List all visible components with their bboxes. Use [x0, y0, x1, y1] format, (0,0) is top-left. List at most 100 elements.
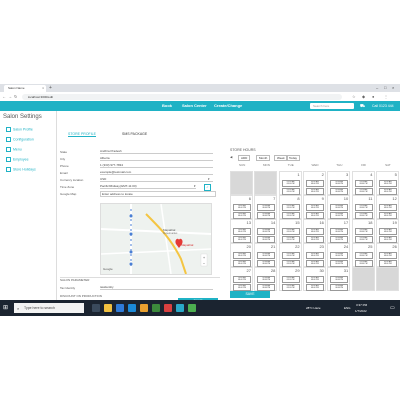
- calendar-day-cell[interactable]: 8 09:00 AM 08:00 PM 09:00 AM 08:00 PM: [278, 195, 302, 219]
- windows-start-icon[interactable]: ⊞: [3, 304, 8, 311]
- calendar-hours-slot[interactable]: 09:00 AM 08:00 PM: [354, 180, 373, 187]
- calendar-day-cell[interactable]: [351, 267, 375, 291]
- calendar-hours-slot[interactable]: 09:00 AM 08:00 PM: [330, 228, 349, 235]
- calendar-hours-slot[interactable]: 09:00 AM 08:00 PM: [281, 212, 300, 219]
- cart-icon[interactable]: ⛟: [360, 101, 365, 111]
- calendar-day-cell[interactable]: 1 09:00 AM 08:00 PM 09:00 AM 08:00 PM: [278, 171, 302, 195]
- sidebar-item-employee[interactable]: Employee: [6, 157, 29, 162]
- calendar-day-cell[interactable]: 25 09:00 AM 08:00 PM 09:00 AM 08:00 PM: [351, 243, 375, 267]
- calendar-hours-slot[interactable]: 09:00 AM 08:00 PM: [233, 212, 251, 219]
- forward-icon[interactable]: →: [8, 92, 12, 101]
- currency-select[interactable]: USD: [100, 177, 213, 182]
- calendar-hours-slot[interactable]: 09:00 AM 08:00 PM: [330, 236, 349, 243]
- clock-date[interactable]: 1/7/2022: [355, 309, 367, 313]
- sidebar-item-menu[interactable]: Menu: [6, 147, 22, 152]
- mail-icon[interactable]: [116, 304, 124, 312]
- store-hours-save-button[interactable]: SAVE: [230, 291, 270, 298]
- calendar-day-cell[interactable]: 11 09:00 AM 08:00 PM 09:00 AM 08:00 PM: [351, 195, 375, 219]
- calendar-prev-icon[interactable]: ◀: [230, 155, 232, 159]
- calendar-hours-slot[interactable]: 09:00 AM 08:00 PM: [354, 236, 373, 243]
- state-field[interactable]: Andhra Pradesh: [100, 149, 213, 154]
- calendar-day-cell[interactable]: 23 09:00 AM 08:00 PM 09:00 AM 08:00 PM: [302, 243, 326, 267]
- calendar-hours-slot[interactable]: 09:00 AM 08:00 PM: [257, 284, 276, 291]
- calendar-hours-slot[interactable]: 09:00 AM 08:00 PM: [281, 180, 300, 187]
- calendar-day-cell[interactable]: 18 09:00 AM 08:00 PM 09:00 AM 08:00 PM: [351, 219, 375, 243]
- calendar-day-cell[interactable]: 24 09:00 AM 08:00 PM 09:00 AM 08:00 PM: [327, 243, 351, 267]
- calendar-hours-slot[interactable]: 09:00 AM 08:00 PM: [257, 276, 276, 283]
- calendar-day-cell[interactable]: 3 09:00 AM 08:00 PM 09:00 AM 08:00 PM: [327, 171, 351, 195]
- calendar-day-cell[interactable]: 31 09:00 AM 08:00 PM 09:00 AM 08:00 PM: [327, 267, 351, 291]
- calendar-day-cell[interactable]: 16 09:00 AM 08:00 PM 09:00 AM 08:00 PM: [302, 219, 326, 243]
- calendar-hours-slot[interactable]: 09:00 AM 08:00 PM: [305, 284, 324, 291]
- calendar-day-cell[interactable]: 9 09:00 AM 08:00 PM 09:00 AM 08:00 PM: [302, 195, 326, 219]
- weather-label[interactable]: 28°C Haze: [306, 306, 321, 310]
- calendar-hours-slot[interactable]: 09:00 AM 08:00 PM: [281, 228, 300, 235]
- taskbar-search-input[interactable]: Type here to search: [14, 303, 84, 313]
- calendar-day-cell[interactable]: 17 09:00 AM 08:00 PM 09:00 AM 08:00 PM: [327, 219, 351, 243]
- back-icon[interactable]: ←: [2, 92, 6, 101]
- calendar-hours-slot[interactable]: 09:00 AM 08:00 PM: [257, 212, 276, 219]
- chrome-icon[interactable]: [188, 304, 196, 312]
- calendar-hours-slot[interactable]: 09:00 AM 08:00 PM: [305, 228, 324, 235]
- menu-icon[interactable]: ⋮: [384, 92, 388, 101]
- calendar-hours-slot[interactable]: 09:00 AM 08:00 PM: [330, 252, 349, 259]
- sidebar-item-store-holidays[interactable]: Store Holidays: [6, 167, 36, 172]
- calendar-hours-slot[interactable]: 09:00 AM 08:00 PM: [354, 252, 373, 259]
- calendar-hours-slot[interactable]: 09:00 AM 08:00 PM: [305, 188, 324, 195]
- calendar-day-cell[interactable]: 13 09:00 AM 08:00 PM 09:00 AM 08:00 PM: [230, 219, 253, 243]
- clock-time[interactable]: 3:37 PM: [356, 303, 367, 307]
- calendar-day-cell[interactable]: 22 09:00 AM 08:00 PM 09:00 AM 08:00 PM: [278, 243, 302, 267]
- tax-identity-field[interactable]: taxidentity: [100, 285, 213, 290]
- reload-icon[interactable]: ↻: [14, 92, 17, 101]
- calendar-day-cell[interactable]: 26 09:00 AM 08:00 PM 09:00 AM 08:00 PM: [375, 243, 399, 267]
- star-icon[interactable]: ☆: [352, 92, 356, 101]
- calendar-hours-slot[interactable]: 09:00 AM 08:00 PM: [354, 212, 373, 219]
- profile-icon[interactable]: ●: [372, 92, 374, 101]
- calendar-hours-slot[interactable]: 09:00 AM 08:00 PM: [378, 188, 397, 195]
- file-explorer-icon[interactable]: [104, 304, 112, 312]
- calendar-hours-slot[interactable]: 09:00 AM 08:00 PM: [233, 204, 251, 211]
- calendar-hours-slot[interactable]: 09:00 AM 08:00 PM: [378, 252, 397, 259]
- task-view-icon[interactable]: [92, 304, 100, 312]
- notification-icon[interactable]: ▭: [390, 305, 395, 311]
- calendar-day-cell[interactable]: [230, 171, 253, 195]
- browser-tab[interactable]: Salon Name ×: [4, 85, 46, 92]
- nav-create-change[interactable]: Create/Change: [214, 101, 242, 111]
- calendar-day-cell[interactable]: 12 09:00 AM 08:00 PM 09:00 AM 08:00 PM: [375, 195, 399, 219]
- extension-icon[interactable]: ◆: [362, 92, 365, 101]
- calendar-hours-slot[interactable]: 09:00 AM 08:00 PM: [378, 180, 397, 187]
- calendar-day-cell[interactable]: 30 09:00 AM 08:00 PM 09:00 AM 08:00 PM: [302, 267, 326, 291]
- calendar-hours-slot[interactable]: 09:00 AM 08:00 PM: [233, 260, 251, 267]
- timezone-check-icon[interactable]: ✓: [204, 184, 211, 191]
- calendar-hours-slot[interactable]: 09:00 AM 08:00 PM: [378, 228, 397, 235]
- phone-field[interactable]: 1 (333) 977-7834: [100, 163, 213, 168]
- calendar-hours-slot[interactable]: 09:00 AM 08:00 PM: [233, 276, 251, 283]
- calendar-hours-slot[interactable]: 09:00 AM 08:00 PM: [354, 204, 373, 211]
- calendar-hours-slot[interactable]: 09:00 AM 08:00 PM: [281, 284, 300, 291]
- close-window-icon[interactable]: ×: [392, 84, 394, 92]
- app-icon-3[interactable]: [164, 304, 172, 312]
- calendar-hours-slot[interactable]: 09:00 AM 08:00 PM: [305, 204, 324, 211]
- calendar-hours-slot[interactable]: 09:00 AM 08:00 PM: [330, 276, 349, 283]
- nav-salon-center[interactable]: Salon Center: [182, 101, 207, 111]
- edge-icon[interactable]: [128, 304, 136, 312]
- calendar-hours-slot[interactable]: 09:00 AM 08:00 PM: [378, 204, 397, 211]
- calendar-hours-slot[interactable]: 09:00 AM 08:00 PM: [330, 204, 349, 211]
- tab-sms-package[interactable]: SMS PACKAGE: [122, 132, 147, 136]
- calendar-hours-slot[interactable]: 09:00 AM 08:00 PM: [233, 228, 251, 235]
- calendar-day-cell[interactable]: 29 09:00 AM 08:00 PM 09:00 AM 08:00 PM: [278, 267, 302, 291]
- nav-book[interactable]: Book: [162, 101, 172, 111]
- calendar-hours-slot[interactable]: 09:00 AM 08:00 PM: [257, 260, 276, 267]
- calendar-hours-slot[interactable]: 09:00 AM 08:00 PM: [330, 260, 349, 267]
- calendar-hours-slot[interactable]: 09:00 AM 08:00 PM: [257, 252, 276, 259]
- app-icon-2[interactable]: [152, 304, 160, 312]
- app-icon-1[interactable]: [140, 304, 148, 312]
- header-search-input[interactable]: Search here: [310, 103, 354, 109]
- calendar-hours-slot[interactable]: 09:00 AM 08:00 PM: [281, 276, 300, 283]
- calendar-hours-slot[interactable]: 09:00 AM 08:00 PM: [378, 260, 397, 267]
- calendar-day-cell[interactable]: 7 09:00 AM 08:00 PM 09:00 AM 08:00 PM: [254, 195, 278, 219]
- calendar-hours-slot[interactable]: 09:00 AM 08:00 PM: [257, 204, 276, 211]
- header-phone[interactable]: Call 0123 444: [372, 101, 394, 111]
- calendar-hours-slot[interactable]: 09:00 AM 08:00 PM: [354, 188, 373, 195]
- calendar-hours-slot[interactable]: 09:00 AM 08:00 PM: [281, 188, 300, 195]
